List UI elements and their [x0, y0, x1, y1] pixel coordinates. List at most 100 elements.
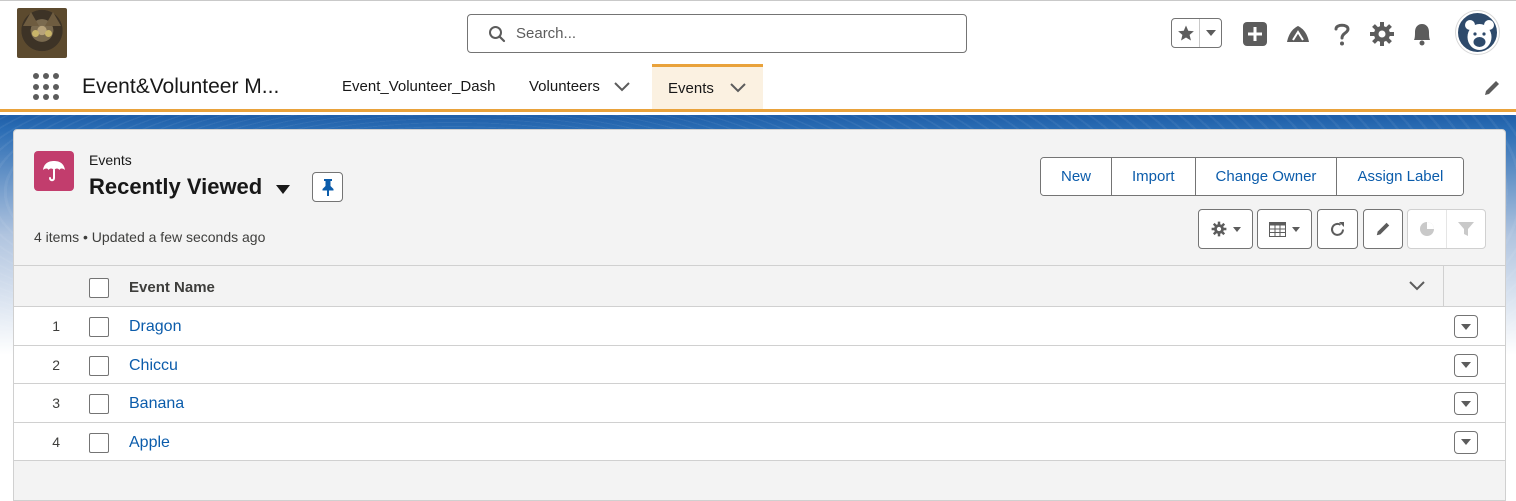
filter-button[interactable]	[1447, 210, 1486, 248]
waffle-dot	[33, 73, 39, 79]
nav-item-label: Events	[668, 79, 714, 97]
favorites-menu-button[interactable]	[1200, 19, 1221, 47]
row-number: 2	[52, 356, 60, 373]
object-label: Events	[89, 152, 132, 168]
umbrella-icon	[43, 161, 65, 182]
global-create-button[interactable]	[1241, 20, 1269, 48]
filter-icon	[1457, 222, 1474, 236]
refresh-button[interactable]	[1317, 209, 1358, 249]
import-button[interactable]: Import	[1112, 158, 1196, 195]
gear-icon	[1370, 22, 1394, 46]
table-row: 1 Dragon	[14, 307, 1505, 346]
gear-icon	[1211, 221, 1226, 237]
logo-ear-right	[45, 12, 61, 26]
edit-nav-button[interactable]	[1483, 79, 1501, 102]
table-row: 3 Banana	[14, 384, 1505, 423]
row-checkbox[interactable]	[89, 432, 109, 453]
favorites-star-button[interactable]	[1172, 19, 1200, 47]
caret-down-icon[interactable]	[276, 174, 291, 200]
assign-label-button[interactable]: Assign Label	[1337, 158, 1464, 195]
caret-down-icon	[1461, 400, 1471, 407]
select-all-checkbox[interactable]	[89, 278, 109, 298]
records-table: Event Name 1 Dragon 2 Chiccu 3 Banana 4	[14, 265, 1505, 461]
nav-item-events[interactable]: Events	[652, 64, 763, 109]
help-button[interactable]	[1328, 20, 1356, 48]
list-view-selector[interactable]: Recently Viewed	[89, 174, 291, 200]
list-actions-group: New Import Change Owner Assign Label	[1040, 157, 1465, 196]
caret-down-icon	[1461, 439, 1471, 445]
nav-item-label: Event_Volunteer_Dash	[342, 78, 496, 95]
setup-button[interactable]	[1368, 20, 1396, 48]
waffle-dot	[33, 83, 39, 90]
row-number: 3	[52, 395, 60, 411]
table-row: 4 Apple	[14, 422, 1505, 461]
logo-eye-right	[45, 30, 52, 37]
object-icon	[34, 151, 74, 191]
list-meta-status: 4 items • Updated a few seconds ago	[34, 229, 266, 245]
favorites-group	[1171, 18, 1222, 48]
row-actions-button[interactable]	[1454, 315, 1478, 338]
change-owner-button[interactable]: Change Owner	[1195, 158, 1338, 195]
chevron-down-icon[interactable]	[614, 81, 630, 92]
waffle-dot	[33, 94, 39, 101]
chart-button[interactable]	[1408, 210, 1447, 248]
caret-down-icon	[1461, 323, 1471, 330]
waffle-dot	[53, 83, 59, 90]
trailhead-button[interactable]	[1284, 20, 1312, 48]
row-actions-button[interactable]	[1454, 430, 1478, 454]
column-header-event-name[interactable]: Event Name	[129, 279, 215, 296]
chevron-down-icon[interactable]	[730, 83, 746, 93]
caret-down-icon	[1205, 30, 1216, 36]
table-header: Event Name	[14, 265, 1505, 307]
pencil-icon	[1485, 81, 1499, 95]
refresh-icon	[1331, 221, 1344, 236]
caret-down-icon	[1292, 226, 1300, 232]
row-checkbox[interactable]	[89, 355, 109, 376]
search-icon	[489, 25, 506, 42]
event-name-link[interactable]: Banana	[129, 395, 184, 413]
table-view-icon	[1269, 221, 1286, 237]
pin-icon	[322, 179, 333, 196]
pin-list-button[interactable]	[312, 172, 343, 202]
app-launcher-button[interactable]	[33, 73, 61, 101]
logo-eye-left	[32, 30, 39, 37]
chart-icon	[1419, 222, 1434, 236]
row-checkbox[interactable]	[89, 394, 109, 414]
app-name: Event&Volunteer M...	[82, 75, 280, 98]
add-icon	[1243, 22, 1267, 46]
app-navigation-bar: Event&Volunteer M... Event_Volunteer_Das…	[0, 64, 1516, 112]
table-row: 2 Chiccu	[14, 345, 1505, 384]
column-menu-button[interactable]	[1409, 278, 1425, 296]
row-checkbox[interactable]	[89, 317, 109, 337]
list-controls-button[interactable]	[1198, 209, 1253, 249]
search-input[interactable]	[516, 25, 936, 42]
new-button[interactable]: New	[1041, 158, 1113, 195]
global-search[interactable]	[467, 14, 967, 53]
event-name-link[interactable]: Chiccu	[129, 357, 178, 375]
waffle-dot	[43, 94, 49, 101]
waffle-dot	[53, 94, 59, 101]
chart-filter-group	[1407, 209, 1486, 249]
nav-item-event-volunteer-dash[interactable]: Event_Volunteer_Dash	[342, 64, 495, 109]
nav-item-label: Volunteers	[529, 78, 600, 95]
notifications-button[interactable]	[1408, 20, 1436, 48]
nav-item-volunteers[interactable]: Volunteers	[529, 64, 630, 109]
row-actions-button[interactable]	[1454, 353, 1478, 377]
event-name-link[interactable]: Apple	[129, 434, 170, 452]
row-number: 1	[52, 318, 60, 334]
row-actions-button[interactable]	[1454, 392, 1478, 415]
inline-edit-button[interactable]	[1363, 209, 1403, 249]
star-icon	[1177, 25, 1194, 41]
logo-ear-left	[23, 12, 39, 26]
display-as-button[interactable]	[1257, 209, 1312, 249]
bell-icon	[1414, 24, 1430, 46]
org-logo[interactable]	[17, 8, 67, 58]
user-avatar[interactable]	[1456, 11, 1499, 54]
column-divider	[1443, 266, 1444, 307]
chevron-down-icon	[1409, 281, 1425, 291]
caret-down-icon	[1461, 362, 1471, 368]
event-name-link[interactable]: Dragon	[129, 318, 181, 336]
waffle-dot	[43, 83, 49, 90]
avatar-bear-icon	[1465, 20, 1494, 50]
list-view-title: Recently Viewed	[89, 174, 263, 199]
